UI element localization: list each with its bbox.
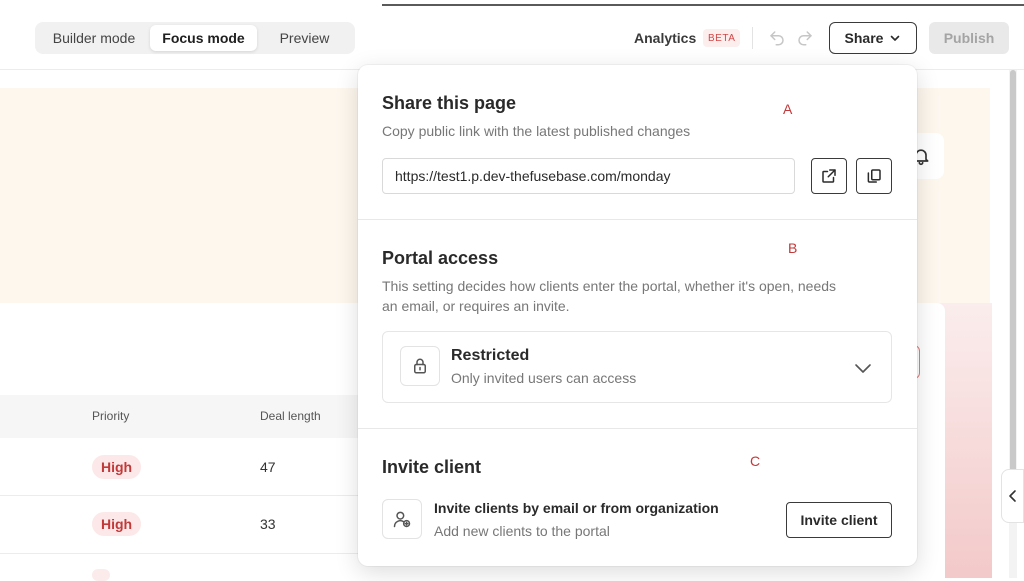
toolbar-divider xyxy=(752,27,753,49)
top-bar: Builder mode Focus mode Preview Analytic… xyxy=(0,0,1024,70)
column-header-priority[interactable]: Priority xyxy=(92,409,129,423)
publish-button[interactable]: Publish xyxy=(929,22,1009,54)
portal-access-description-line1: This setting decides how clients enter t… xyxy=(382,278,837,294)
share-button-label: Share xyxy=(844,30,884,46)
row-divider xyxy=(0,495,358,496)
builder-mode-tab[interactable]: Builder mode xyxy=(38,25,150,51)
access-option-title: Restricted xyxy=(451,347,530,364)
section-marker-a: A xyxy=(783,101,793,117)
portal-access-description-line2: an email, or requires an invite. xyxy=(382,298,570,314)
preview-tab[interactable]: Preview xyxy=(257,25,352,51)
public-link-input[interactable]: https://test1.p.dev-thefusebase.com/mond… xyxy=(382,158,795,194)
chevron-down-icon xyxy=(891,35,900,41)
undo-icon[interactable] xyxy=(768,29,786,47)
share-button[interactable]: Share xyxy=(829,22,917,54)
redo-icon[interactable] xyxy=(796,29,814,47)
priority-badge xyxy=(92,569,110,581)
invite-icon-box xyxy=(382,499,422,539)
chevron-down-icon[interactable] xyxy=(853,358,873,378)
row-divider xyxy=(0,553,358,554)
focus-mode-tab[interactable]: Focus mode xyxy=(150,25,257,51)
open-link-button[interactable] xyxy=(811,158,847,194)
portal-access-title: Portal access xyxy=(382,248,499,268)
invite-row-subtitle: Add new clients to the portal xyxy=(434,523,610,539)
mode-switch: Builder mode Focus mode Preview xyxy=(35,22,355,54)
priority-badge: High xyxy=(92,455,142,479)
deal-length-cell: 33 xyxy=(260,516,276,532)
portal-access-select[interactable]: Restricted Only invited users can access xyxy=(382,331,892,403)
section-divider xyxy=(358,219,917,220)
invite-row-title: Invite clients by email or from organiza… xyxy=(434,500,719,516)
side-panel-toggle[interactable] xyxy=(1001,469,1024,523)
external-link-icon xyxy=(822,169,836,183)
share-section-title: Share this page xyxy=(382,93,517,113)
share-popover: Share this page Copy public link with th… xyxy=(358,65,917,566)
column-header-deal-length[interactable]: Deal length xyxy=(260,409,321,423)
invite-client-button[interactable]: Invite client xyxy=(786,502,892,538)
add-user-icon xyxy=(393,511,411,528)
share-section-subtitle: Copy public link with the latest publish… xyxy=(382,123,691,139)
page-scrollbar-thumb[interactable] xyxy=(1010,70,1016,490)
analytics-link[interactable]: Analytics xyxy=(634,30,696,46)
copy-icon xyxy=(867,169,881,183)
section-divider xyxy=(358,428,917,429)
lock-icon xyxy=(414,358,426,374)
priority-badge: High xyxy=(92,512,142,536)
copy-link-button[interactable] xyxy=(856,158,892,194)
chevron-left-icon xyxy=(1008,490,1016,502)
section-marker-c: C xyxy=(750,453,761,469)
section-marker-b: B xyxy=(788,240,798,256)
lock-icon-box xyxy=(400,346,440,386)
access-option-subtitle: Only invited users can access xyxy=(451,370,637,386)
beta-badge: BETA xyxy=(703,29,741,47)
top-bar-accent-line xyxy=(382,4,1024,6)
deal-length-cell: 47 xyxy=(260,459,276,475)
invite-client-title: Invite client xyxy=(382,457,482,477)
